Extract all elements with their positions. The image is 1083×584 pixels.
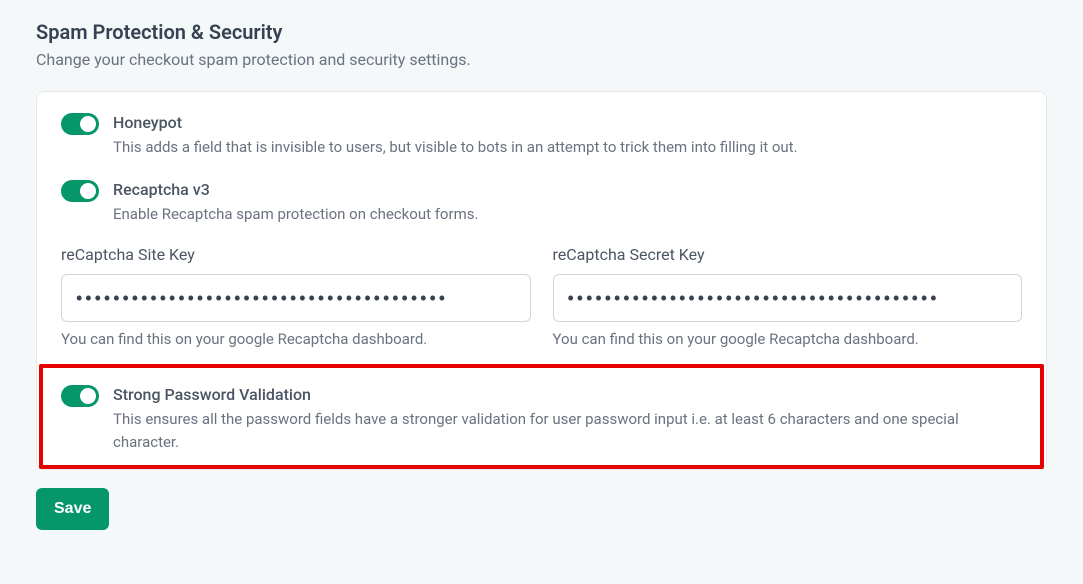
settings-card: Honeypot This adds a field that is invis… (36, 91, 1047, 470)
strong-password-description: This ensures all the password fields hav… (113, 408, 1022, 453)
site-key-help: You can find this on your google Recaptc… (61, 330, 531, 348)
strong-password-toggle[interactable] (61, 385, 99, 407)
site-key-field: reCaptcha Site Key You can find this on … (61, 245, 531, 348)
site-key-label: reCaptcha Site Key (61, 245, 531, 264)
recaptcha-keys-row: reCaptcha Site Key You can find this on … (61, 245, 1022, 348)
strong-password-highlight: Strong Password Validation This ensures … (39, 364, 1044, 469)
secret-key-field: reCaptcha Secret Key You can find this o… (553, 245, 1023, 348)
recaptcha-option: Recaptcha v3 Enable Recaptcha spam prote… (61, 179, 1022, 226)
honeypot-option: Honeypot This adds a field that is invis… (61, 112, 1022, 159)
honeypot-toggle[interactable] (61, 113, 99, 135)
recaptcha-toggle[interactable] (61, 180, 99, 202)
strong-password-info: Strong Password Validation This ensures … (113, 384, 1022, 453)
honeypot-description: This adds a field that is invisible to u… (113, 136, 798, 159)
secret-key-help: You can find this on your google Recaptc… (553, 330, 1023, 348)
strong-password-option: Strong Password Validation This ensures … (61, 384, 1022, 453)
section-description: Change your checkout spam protection and… (36, 50, 1047, 69)
strong-password-title: Strong Password Validation (113, 385, 1022, 404)
site-key-input[interactable] (61, 274, 531, 322)
save-button[interactable]: Save (36, 488, 109, 530)
recaptcha-info: Recaptcha v3 Enable Recaptcha spam prote… (113, 179, 478, 226)
secret-key-input[interactable] (553, 274, 1023, 322)
settings-section: Spam Protection & Security Change your c… (36, 20, 1047, 530)
secret-key-label: reCaptcha Secret Key (553, 245, 1023, 264)
section-title: Spam Protection & Security (36, 20, 1047, 44)
recaptcha-description: Enable Recaptcha spam protection on chec… (113, 203, 478, 226)
recaptcha-title: Recaptcha v3 (113, 180, 478, 199)
honeypot-title: Honeypot (113, 113, 798, 132)
honeypot-info: Honeypot This adds a field that is invis… (113, 112, 798, 159)
